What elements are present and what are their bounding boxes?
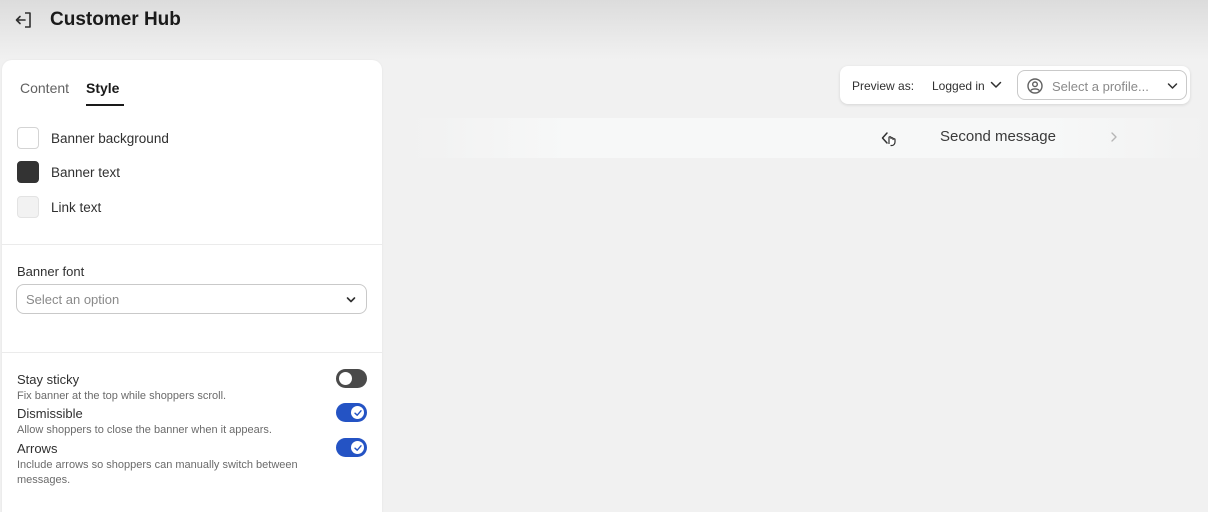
settings-panel: Content Style Banner background Banner t…: [2, 60, 382, 512]
color-swatch-link-text[interactable]: [17, 196, 39, 218]
app-title: Customer Hub: [50, 9, 181, 30]
color-row-link-text[interactable]: Link text: [17, 196, 317, 220]
toggle-knob: [351, 441, 364, 454]
banner-message: Second message: [940, 128, 1056, 145]
toggle-knob: [339, 372, 352, 385]
next-arrow-icon[interactable]: [1109, 131, 1119, 143]
checkmark-icon: [354, 445, 362, 451]
stay-sticky-description: Fix banner at the top while shoppers scr…: [17, 390, 227, 402]
preview-as-label: Preview as:: [852, 79, 915, 93]
top-bar: Customer Hub: [0, 0, 1208, 60]
preview-controls: Preview as: Logged in Select a profile..…: [840, 66, 1190, 104]
color-label: Banner background: [51, 131, 169, 146]
arrows-toggle[interactable]: [336, 438, 367, 457]
stay-sticky-toggle[interactable]: [336, 369, 367, 388]
exit-icon[interactable]: [14, 11, 34, 29]
arrows-description: Include arrows so shoppers can manually …: [17, 459, 298, 486]
banner-font-select[interactable]: Select an option: [16, 284, 367, 314]
color-swatch-banner-text[interactable]: [17, 161, 39, 183]
stay-sticky-title: Stay sticky: [17, 372, 80, 387]
dismissible-title: Dismissible: [17, 406, 83, 421]
profile-select[interactable]: Select a profile...: [1017, 70, 1187, 100]
previous-arrow-icon[interactable]: [880, 129, 898, 147]
preview-mode-value: Logged in: [932, 79, 985, 93]
color-swatch-banner-background[interactable]: [17, 127, 39, 149]
tab-bar: Content Style: [2, 60, 382, 110]
preview-mode-select[interactable]: Logged in: [932, 75, 1010, 95]
chevron-down-icon: [1167, 83, 1178, 89]
section-divider: [2, 352, 382, 353]
checkmark-icon: [354, 410, 362, 416]
color-label: Link text: [51, 200, 102, 215]
profile-placeholder: Select a profile...: [1052, 79, 1149, 94]
banner-font-label: Banner font: [17, 264, 85, 279]
dismissible-toggle[interactable]: [336, 403, 367, 422]
active-tab-indicator: [86, 104, 124, 106]
tab-style[interactable]: Style: [86, 80, 119, 96]
color-row-banner-text[interactable]: Banner text: [17, 161, 317, 185]
banner-font-placeholder: Select an option: [26, 292, 120, 307]
arrows-title: Arrows: [17, 441, 58, 456]
profile-icon: [1027, 78, 1043, 94]
announcement-banner-preview: Second message: [410, 118, 1208, 158]
chevron-down-icon: [990, 81, 1002, 88]
chevron-down-icon: [346, 297, 356, 303]
tab-content[interactable]: Content: [20, 80, 69, 96]
color-row-banner-background[interactable]: Banner background: [17, 127, 317, 151]
section-divider: [2, 244, 382, 245]
dismissible-description: Allow shoppers to close the banner when …: [17, 424, 272, 436]
toggle-knob: [351, 406, 364, 419]
color-label: Banner text: [51, 165, 121, 180]
